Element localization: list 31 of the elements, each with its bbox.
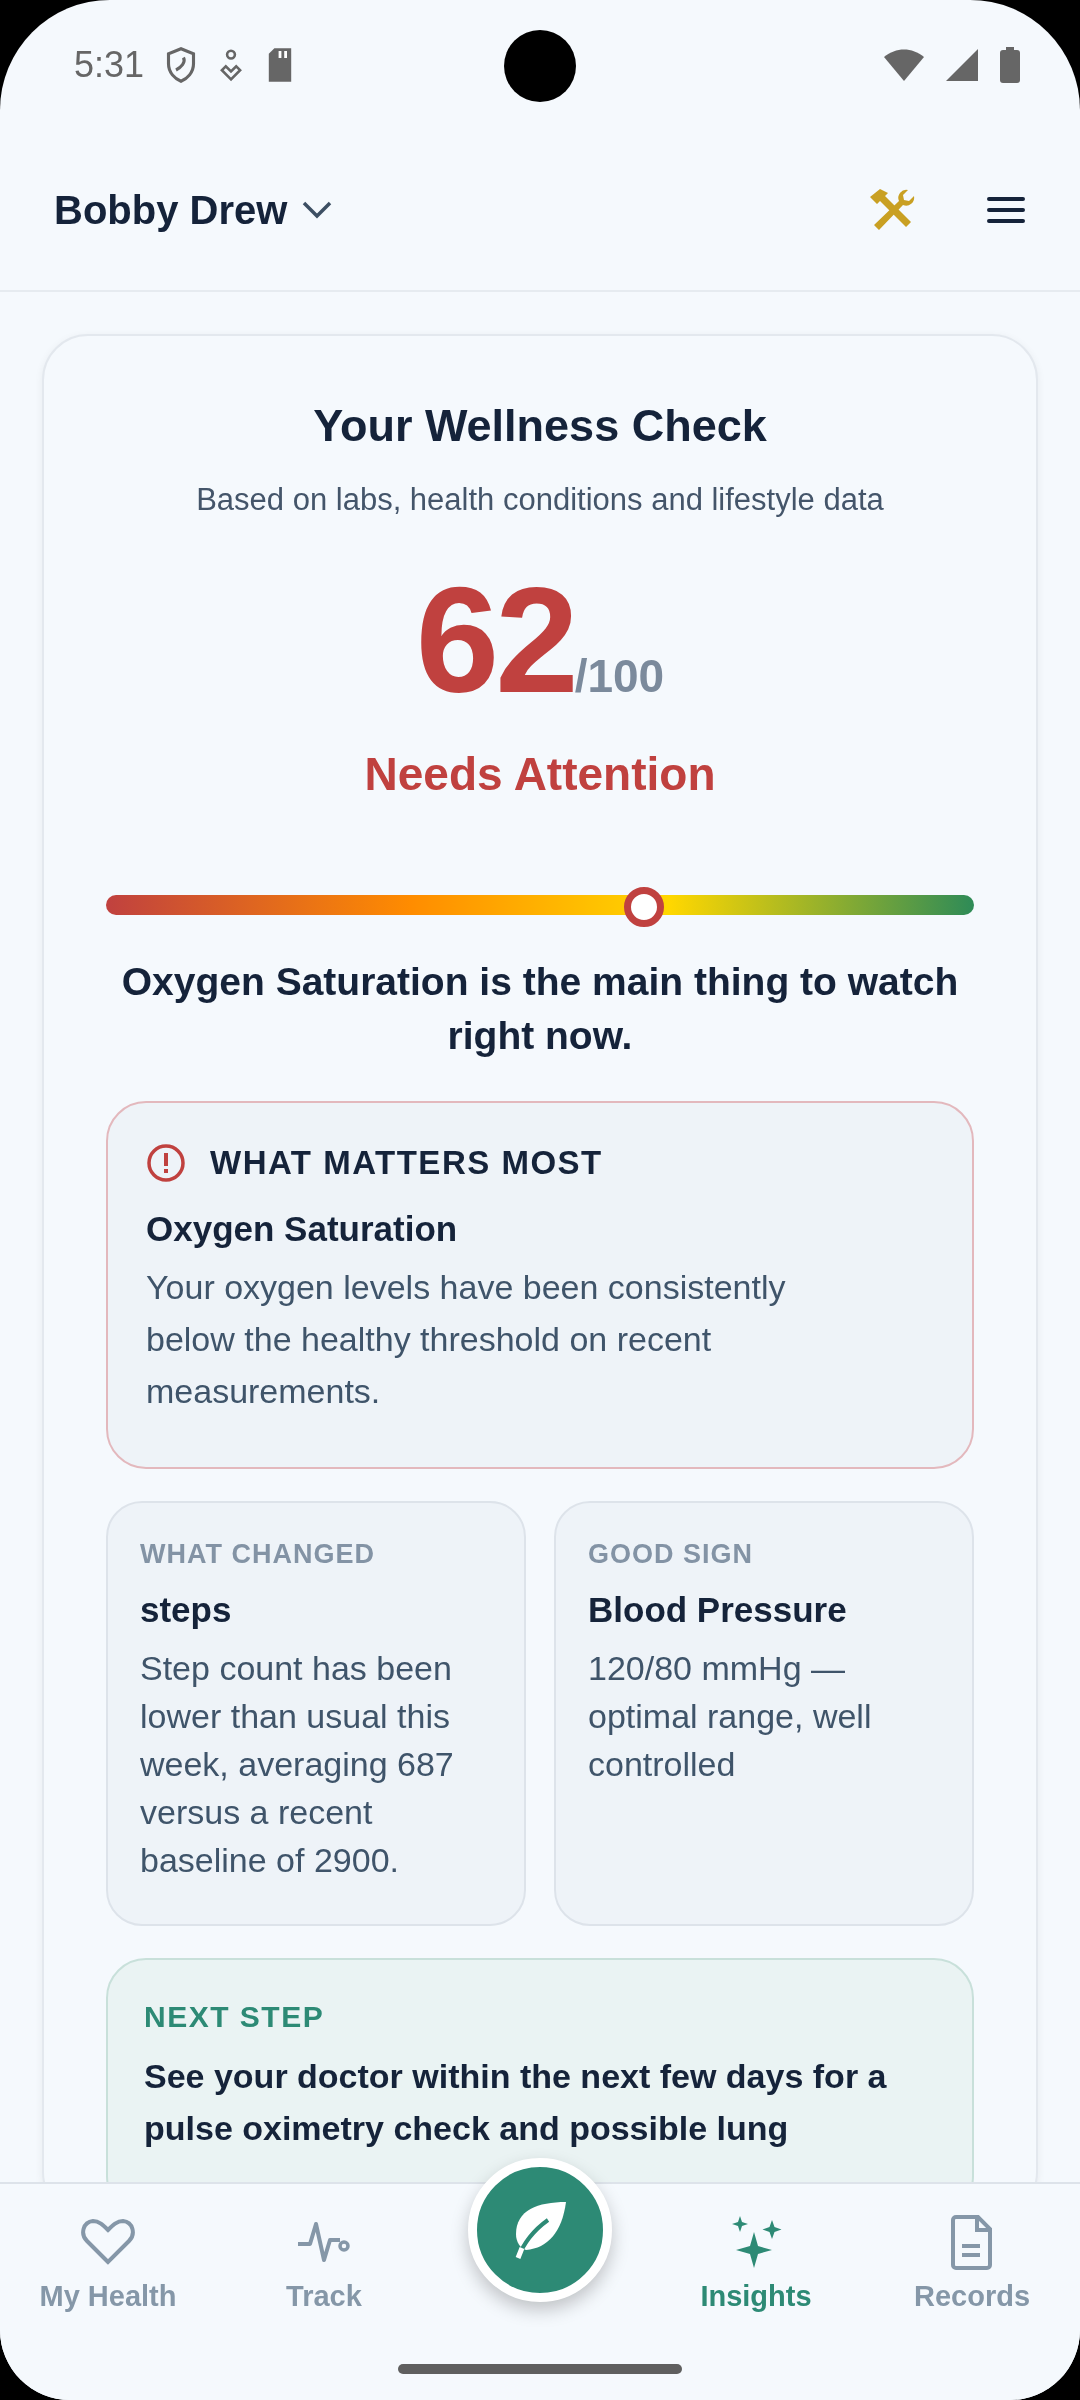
shield-icon: [166, 47, 197, 83]
card-heading: Blood Pressure: [588, 1590, 848, 1630]
wifi-icon: [884, 49, 924, 81]
score-rating: Needs Attention: [363, 747, 717, 801]
profile-name[interactable]: Bobby Drew: [54, 187, 288, 233]
clock-time: 5:31: [74, 44, 145, 86]
card-label: WHAT CHANGED: [140, 1539, 376, 1570]
score-maximum: /100: [574, 650, 665, 703]
alert-heading: WHAT MATTERS MOST: [210, 1144, 603, 1182]
card-subtitle: Based on labs, health conditions and lifestyle data: [195, 482, 885, 518]
person-heart-icon: [218, 48, 245, 82]
signal-icon: [946, 49, 978, 81]
card-text: Step count has been lower than usual this week, averaging 687 versus a recent baseline of 2900.: [140, 1648, 455, 1881]
nav-tab[interactable]: Insights: [648, 2214, 864, 2313]
alert-text: Your oxygen levels have been consistently below the healthy threshold on recent measurements.: [146, 1267, 787, 1412]
menu-icon[interactable]: [986, 196, 1026, 224]
nav-tab[interactable]: Track: [216, 2214, 432, 2313]
nav-tab[interactable]: Records: [864, 2214, 1080, 2313]
next-step-text: See your doctor within the next few days for a pulse oximetry check and possible lung: [144, 2056, 888, 2149]
score-value: 62: [415, 558, 575, 723]
card-heading: steps: [140, 1590, 233, 1630]
card-title: Your Wellness Check: [312, 400, 768, 452]
nav-tab[interactable]: My Health: [0, 2214, 216, 2313]
card-text: 120/80 mmHg — optimal range, well controlled: [588, 1648, 873, 1785]
next-step-label: NEXT STEP: [144, 2000, 326, 2034]
summary-text: Oxygen Saturation is the main thing to watch right now.: [120, 959, 960, 1059]
card-label: GOOD SIGN: [588, 1539, 754, 1570]
battery-icon: [1000, 47, 1020, 83]
alert-title: Oxygen Saturation: [146, 1209, 459, 1249]
alert-icon: [146, 1143, 186, 1183]
chevron-down-icon[interactable]: [301, 200, 334, 220]
